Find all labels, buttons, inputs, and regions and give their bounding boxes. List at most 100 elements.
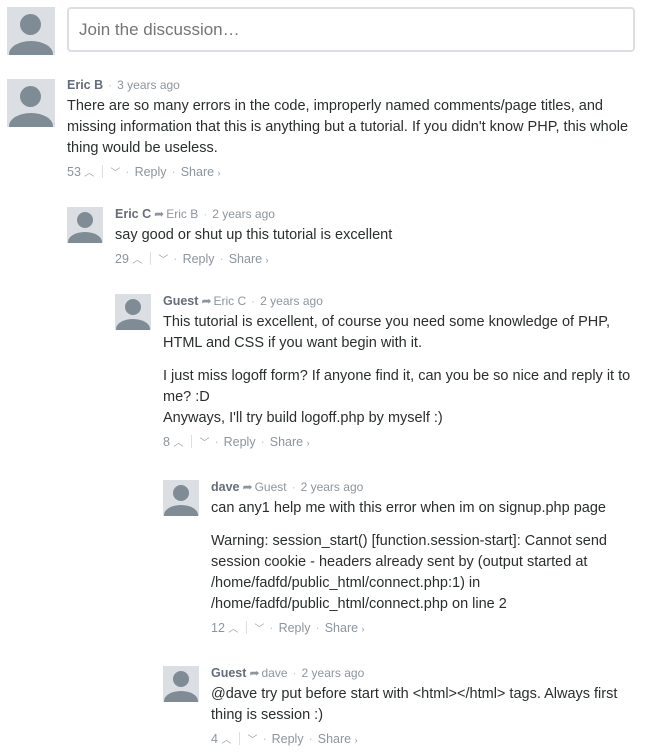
comment-time[interactable]: 3 years ago xyxy=(117,78,180,92)
reply-button[interactable]: Reply xyxy=(272,732,304,746)
share-label: Share xyxy=(317,732,352,746)
chevron-right-icon: › xyxy=(217,168,221,178)
in-reply-to[interactable]: dave xyxy=(262,666,288,680)
comment-time[interactable]: 2 years ago xyxy=(212,207,275,221)
separator-dot: · xyxy=(308,732,313,746)
comment-body: There are so many errors in the code, im… xyxy=(67,96,647,159)
comment-paragraph: Warning: session_start() [function.sessi… xyxy=(211,533,607,612)
reply-button[interactable]: Reply xyxy=(279,621,311,635)
comment-author[interactable]: Eric B xyxy=(67,78,103,92)
separator-dot: · xyxy=(291,480,296,494)
upvote-button[interactable]: 12 ︿ xyxy=(211,619,238,639)
downvote-button[interactable]: ﹀ xyxy=(254,619,264,639)
vote-divider xyxy=(102,165,104,178)
upvote-count: 53 xyxy=(67,165,81,179)
comment-paragraph: There are so many errors in the code, im… xyxy=(67,98,629,156)
separator-dot: · xyxy=(171,165,176,179)
join-discussion-input[interactable] xyxy=(67,7,635,52)
comment-header: dave ➦ Guest · 2 years ago xyxy=(211,479,641,495)
comment-paragraph: This tutorial is excellent, of course yo… xyxy=(163,314,611,351)
vote-divider xyxy=(191,435,193,448)
avatar[interactable] xyxy=(67,207,103,243)
comment-header: Eric B · 3 years ago xyxy=(67,77,647,93)
avatar[interactable] xyxy=(115,294,151,330)
reply-button[interactable]: Reply xyxy=(183,252,215,266)
chevron-down-icon: ﹀ xyxy=(254,624,265,635)
avatar[interactable] xyxy=(163,666,199,702)
separator-dot: · xyxy=(125,165,130,179)
comment: dave ➦ Guest · 2 years ago can any1 help me … xyxy=(211,479,641,637)
share-label: Share xyxy=(228,252,263,266)
chevron-right-icon: › xyxy=(306,438,310,448)
separator-dot: · xyxy=(269,621,274,635)
share-label: Share xyxy=(180,165,215,179)
comment-paragraph: can any1 help me with this error when im… xyxy=(211,500,606,516)
upvote-count: 29 xyxy=(115,252,129,266)
downvote-button[interactable]: ﹀ xyxy=(199,433,209,453)
comment-paragraph: @dave try put before start with <html></… xyxy=(211,686,618,723)
share-button[interactable]: Share › xyxy=(229,252,269,266)
share-button[interactable]: Share › xyxy=(181,165,221,179)
reply-arrow-icon: ➦ xyxy=(154,207,165,221)
separator-dot: · xyxy=(292,666,297,680)
comment: Eric C ➦ Eric B · 2 years ago say good or sh… xyxy=(115,206,645,268)
chevron-up-icon: ︿ xyxy=(84,168,95,179)
comment-author[interactable]: dave xyxy=(211,480,240,494)
chevron-up-icon: ︿ xyxy=(221,735,232,746)
downvote-button[interactable]: ﹀ xyxy=(158,250,168,270)
chevron-down-icon: ﹀ xyxy=(199,438,210,449)
upvote-button[interactable]: 29 ︿ xyxy=(115,250,142,270)
comment-author[interactable]: Eric C xyxy=(115,207,151,221)
chevron-up-icon: ︿ xyxy=(173,438,184,449)
comment: Eric B · 3 years ago There are so many err… xyxy=(67,77,647,181)
reply-arrow-icon: ➦ xyxy=(242,480,253,494)
separator-dot: · xyxy=(251,294,256,308)
chevron-down-icon: ﹀ xyxy=(247,735,258,746)
upvote-count: 4 xyxy=(211,732,218,746)
separator-dot: · xyxy=(173,252,178,266)
comment-body: can any1 help me with this error when im… xyxy=(211,498,641,615)
reply-arrow-icon: ➦ xyxy=(249,666,260,680)
chevron-down-icon: ﹀ xyxy=(158,255,169,266)
upvote-button[interactable]: 4 ︿ xyxy=(211,730,231,750)
downvote-button[interactable]: ﹀ xyxy=(110,163,120,183)
vote-divider xyxy=(246,621,248,634)
comment-author[interactable]: Guest xyxy=(163,294,198,308)
comment-time[interactable]: 2 years ago xyxy=(302,666,365,680)
separator-dot: · xyxy=(315,621,320,635)
chevron-up-icon: ︿ xyxy=(228,624,239,635)
comment-header: Guest ➦ Eric C · 2 years ago xyxy=(163,293,645,309)
in-reply-to[interactable]: Eric C xyxy=(214,294,247,308)
separator-dot: · xyxy=(214,435,219,449)
in-reply-to[interactable]: Guest xyxy=(255,480,287,494)
chevron-up-icon: ︿ xyxy=(132,255,143,266)
comment-author[interactable]: Guest xyxy=(211,666,246,680)
chevron-right-icon: › xyxy=(354,735,358,745)
comment: Guest ➦ Eric C · 2 years ago This tutorial i… xyxy=(163,293,645,451)
vote-divider xyxy=(239,732,241,745)
comment-footer: 12 ︿ ﹀ · Reply · Share › xyxy=(211,619,641,637)
downvote-button[interactable]: ﹀ xyxy=(247,730,257,750)
comment-header: Guest ➦ dave · 2 years ago xyxy=(211,665,641,681)
upvote-count: 8 xyxy=(163,435,170,449)
share-button[interactable]: Share › xyxy=(325,621,365,635)
separator-dot: · xyxy=(108,78,113,92)
comment-paragraph: I just miss logoff form? If anyone find … xyxy=(163,368,631,426)
reply-button[interactable]: Reply xyxy=(224,435,256,449)
comment-footer: 53 ︿ ﹀ · Reply · Share › xyxy=(67,163,647,181)
reply-button[interactable]: Reply xyxy=(135,165,167,179)
avatar[interactable] xyxy=(7,79,55,127)
separator-dot: · xyxy=(203,207,208,221)
share-button[interactable]: Share › xyxy=(318,732,358,746)
comment-time[interactable]: 2 years ago xyxy=(301,480,364,494)
upvote-button[interactable]: 8 ︿ xyxy=(163,433,183,453)
comment: Guest ➦ dave · 2 years ago @dave try put bef… xyxy=(211,665,641,748)
comment-time[interactable]: 2 years ago xyxy=(260,294,323,308)
upvote-count: 12 xyxy=(211,621,225,635)
chevron-right-icon: › xyxy=(265,255,269,265)
share-button[interactable]: Share › xyxy=(270,435,310,449)
chevron-down-icon: ﹀ xyxy=(110,168,121,179)
in-reply-to[interactable]: Eric B xyxy=(166,207,198,221)
avatar[interactable] xyxy=(163,480,199,516)
upvote-button[interactable]: 53 ︿ xyxy=(67,163,94,183)
